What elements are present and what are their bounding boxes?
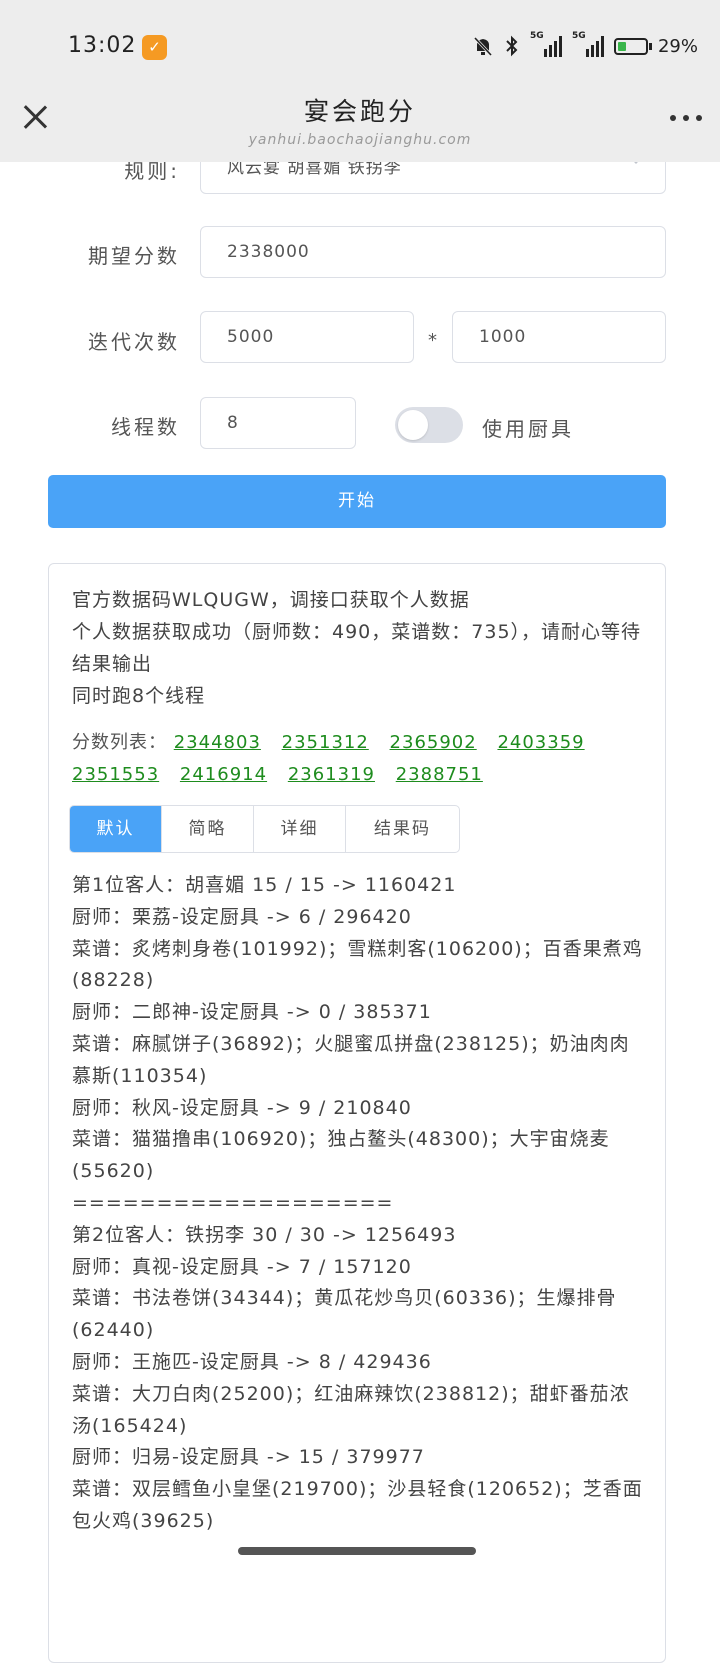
start-button[interactable]: 开始 — [48, 475, 666, 528]
expect-score-input[interactable]: 2338000 — [200, 226, 666, 278]
result-line: 菜谱：双层鳕鱼小皇堡(219700)；沙县轻食(120652)；芝香面包火鸡(3… — [72, 1478, 643, 1532]
score-link[interactable]: 2388751 — [396, 764, 483, 785]
more-icon[interactable] — [670, 115, 702, 121]
multiply-sign: * — [428, 330, 437, 351]
signal-icon: 5G — [572, 31, 604, 57]
score-list-label: 分数列表： — [72, 732, 167, 753]
score-link[interactable]: 2365902 — [390, 732, 477, 753]
tab-default[interactable]: 默认 — [70, 806, 162, 852]
result-text: 第1位客人：胡喜媚 15 / 15 -> 1160421 厨师：栗荔-设定厨具 … — [72, 870, 646, 1538]
expect-label: 期望分数 — [88, 244, 180, 268]
result-line: 第1位客人：胡喜媚 15 / 15 -> 1160421 — [72, 874, 457, 896]
score-link[interactable]: 2351312 — [282, 732, 369, 753]
result-line: 菜谱：炙烤刺身卷(101992)；雪糕刺客(106200)；百香果煮鸡(8822… — [72, 937, 643, 992]
page-url: yanhui.baochaojianghu.com — [248, 132, 472, 148]
result-line: 厨师：秋风-设定厨具 -> 9 / 210840 — [72, 1096, 412, 1119]
use-utensils-toggle[interactable] — [395, 407, 463, 443]
home-indicator[interactable] — [238, 1547, 476, 1555]
use-utensils-label: 使用厨具 — [482, 417, 574, 441]
nav-bar: 宴会跑分 yanhui.baochaojianghu.com — [0, 88, 720, 162]
result-line: 菜谱：猫猫撸串(106920)；独占鳌头(48300)；大宇宙烧麦(55620) — [72, 1128, 610, 1183]
log-line: 同时跑8个线程 — [72, 685, 206, 707]
bluetooth-icon — [506, 35, 518, 57]
result-line: 厨师：王施匹-设定厨具 -> 8 / 429436 — [72, 1350, 432, 1373]
result-line: 菜谱：书法卷饼(34344)；黄瓜花炒鸟贝(60336)；生爆排骨(62440) — [72, 1287, 617, 1342]
result-line: 厨师：真视-设定厨具 -> 7 / 157120 — [72, 1255, 412, 1278]
result-line: 厨师：归易-设定厨具 -> 15 / 379977 — [72, 1446, 425, 1469]
score-link[interactable]: 2351553 — [72, 764, 159, 785]
iteration-input-2[interactable]: 1000 — [452, 311, 666, 363]
status-icons: 5G 5G 29% — [472, 31, 698, 60]
score-link[interactable]: 2344803 — [174, 732, 261, 753]
thread-input[interactable]: 8 — [200, 397, 356, 449]
tab-detail[interactable]: 详细 — [254, 806, 346, 852]
signal-icon: 5G — [530, 31, 562, 57]
tab-brief[interactable]: 简略 — [162, 806, 254, 852]
score-link[interactable]: 2416914 — [180, 764, 267, 785]
top-bar: 13:02 ✓ 5G 5G 29% 宴会跑分 yanhui.baochaojia… — [0, 0, 720, 162]
view-tabs: 默认 简略 详细 结果码 — [69, 805, 460, 853]
thread-label: 线程数 — [111, 415, 180, 439]
log-line: 官方数据码WLQUGW，调接口获取个人数据 — [72, 589, 470, 611]
score-link[interactable]: 2403359 — [497, 732, 584, 753]
status-time: 13:02 — [68, 33, 137, 58]
iteration-label: 迭代次数 — [88, 330, 180, 354]
result-line: 厨师：栗荔-设定厨具 -> 6 / 296420 — [72, 905, 412, 928]
battery-icon: 29% — [613, 35, 698, 57]
result-line: 厨师：二郎神-设定厨具 -> 0 / 385371 — [72, 1001, 432, 1024]
iteration-input-1[interactable]: 5000 — [200, 311, 414, 363]
result-line: 菜谱：麻腻饼子(36892)；火腿蜜瓜拼盘(238125)；奶油肉肉慕斯(110… — [72, 1032, 630, 1087]
log-line: 个人数据获取成功（厨师数：490，菜谱数：735），请耐心等待结果输出 — [72, 621, 642, 675]
score-list: 分数列表： 2344803 2351312 2365902 2403359 23… — [72, 727, 652, 791]
tab-result-code[interactable]: 结果码 — [346, 806, 459, 852]
log-area: 官方数据码WLQUGW，调接口获取个人数据 个人数据获取成功（厨师数：490，菜… — [72, 584, 646, 712]
result-divider: =================== — [72, 1191, 394, 1214]
battery-percent: 29% — [657, 35, 698, 57]
mute-icon — [473, 36, 493, 57]
score-link[interactable]: 2361319 — [288, 764, 375, 785]
app-badge-icon: ✓ — [142, 35, 167, 60]
result-line: 第2位客人：铁拐李 30 / 30 -> 1256493 — [72, 1223, 457, 1246]
status-bar: 13:02 ✓ 5G 5G 29% — [0, 0, 720, 95]
page-title: 宴会跑分 — [303, 97, 416, 126]
result-line: 菜谱：大刀白肉(25200)；红油麻辣饮(238812)；甜虾番茄浓汤(1654… — [72, 1382, 630, 1437]
